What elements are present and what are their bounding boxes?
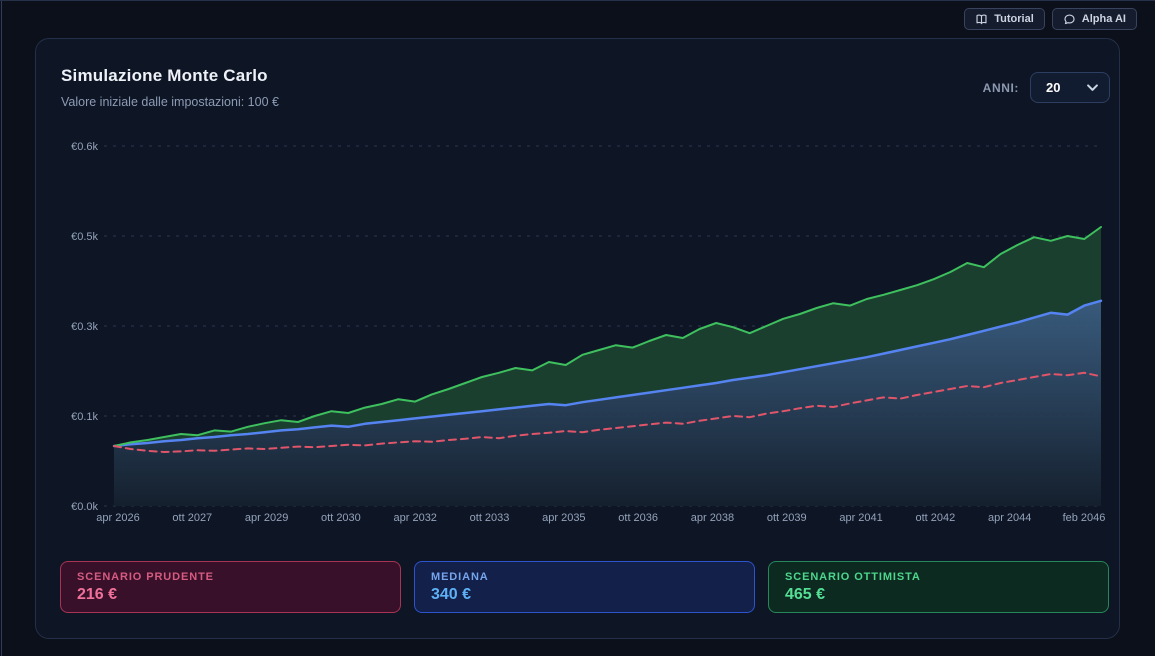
chat-bubble-icon — [1063, 13, 1076, 26]
svg-text:apr 2038: apr 2038 — [691, 512, 734, 524]
window-edge-left — [1, 0, 2, 656]
page-title: Simulazione Monte Carlo — [61, 66, 268, 85]
svg-text:ott 2030: ott 2030 — [321, 512, 361, 524]
monte-carlo-chart: €0.6k €0.5k €0.3k €0.1k €0.0kapr 2026 ott 202… — [71, 141, 1106, 524]
alpha-ai-button[interactable]: Alpha AI — [1051, 8, 1137, 30]
svg-text:apr 2041: apr 2041 — [839, 512, 882, 524]
svg-text:apr 2026: apr 2026 — [96, 512, 139, 524]
svg-text:ott 2033: ott 2033 — [470, 512, 510, 524]
scenario-ottimista-card: SCENARIO OTTIMISTA 465 € — [768, 561, 1109, 613]
scenario-prudente-card: SCENARIO PRUDENTE 216 € — [60, 561, 401, 613]
svg-text:ott 2039: ott 2039 — [767, 512, 807, 524]
years-select[interactable]: 20 — [1030, 72, 1110, 103]
svg-text:feb 2046: feb 2046 — [1063, 512, 1106, 524]
svg-text:ott 2036: ott 2036 — [618, 512, 658, 524]
svg-text:apr 2044: apr 2044 — [988, 512, 1031, 524]
svg-text:€0.3k: €0.3k — [71, 321, 98, 333]
scenario-ottimista-value: 465 € — [785, 585, 826, 603]
svg-text:€0.0k: €0.0k — [71, 501, 98, 513]
summary-cards-row: SCENARIO PRUDENTE 216 € MEDIANA 340 € SC… — [60, 561, 1109, 613]
years-label: ANNI: — [982, 80, 1019, 95]
scenario-ottimista-label: SCENARIO OTTIMISTA — [785, 570, 921, 583]
app-root: { "topbar": { "tutorial_label": "Tutoria… — [0, 0, 1155, 656]
years-control: ANNI: 20 — [983, 72, 1110, 103]
mediana-label: MEDIANA — [431, 570, 489, 583]
initial-value-subtitle: Valore iniziale dalle impostazioni: 100 … — [61, 95, 279, 109]
monte-carlo-panel: Simulazione Monte Carlo Valore iniziale … — [35, 38, 1120, 639]
svg-text:€0.1k: €0.1k — [71, 411, 98, 423]
svg-text:apr 2032: apr 2032 — [394, 512, 437, 524]
svg-text:apr 2029: apr 2029 — [245, 512, 288, 524]
years-select-value: 20 — [1046, 80, 1061, 95]
mediana-card: MEDIANA 340 € — [414, 561, 755, 613]
mediana-value: 340 € — [431, 585, 472, 603]
svg-text:€0.5k: €0.5k — [71, 231, 98, 243]
topbar: Tutorial Alpha AI — [964, 8, 1137, 30]
svg-text:ott 2042: ott 2042 — [916, 512, 956, 524]
window-edge-top — [0, 0, 1155, 1]
alpha-ai-button-label: Alpha AI — [1081, 13, 1126, 25]
scenario-prudente-label: SCENARIO PRUDENTE — [77, 570, 214, 583]
tutorial-button[interactable]: Tutorial — [964, 8, 1045, 30]
scenario-prudente-value: 216 € — [77, 585, 118, 603]
svg-text:ott 2027: ott 2027 — [172, 512, 212, 524]
tutorial-button-label: Tutorial — [994, 13, 1034, 25]
svg-text:apr 2035: apr 2035 — [542, 512, 585, 524]
book-icon — [975, 13, 988, 26]
chevron-down-icon — [1087, 83, 1098, 92]
svg-text:€0.6k: €0.6k — [71, 141, 98, 153]
